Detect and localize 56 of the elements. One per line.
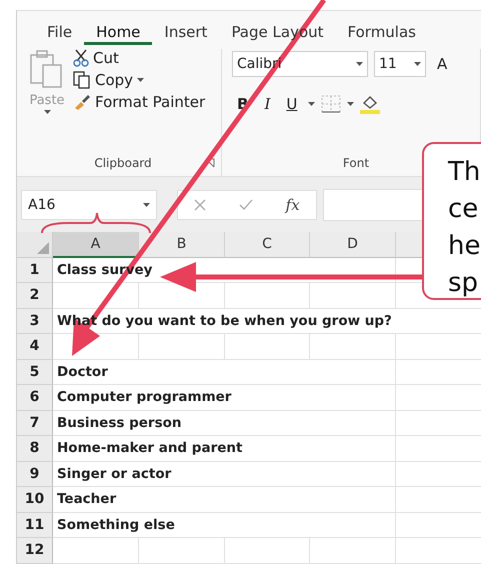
insert-function-button[interactable]: fx [286,196,300,214]
row-header: 1 [17,258,53,283]
table-cell: Teacher [57,491,116,508]
caret-icon [414,62,421,66]
caret-icon [143,202,150,206]
row-header: 6 [17,385,53,410]
ribbon-tab[interactable]: Insert [152,21,220,45]
column-header[interactable]: D [310,232,396,258]
table-cell: Business person [57,414,182,431]
caret-icon [356,62,363,66]
name-box[interactable]: A16 [21,190,157,220]
callout-text: sp [448,267,480,300]
column-header[interactable]: B [139,232,225,258]
column-header[interactable]: C [225,232,310,258]
group-label: Clipboard [94,156,152,172]
caret-icon [137,78,144,82]
table-cell: Singer or actor [57,466,172,482]
font-size-field[interactable]: 11 [374,51,426,77]
callout-text: Th [448,156,481,189]
fill-color-icon[interactable] [360,94,380,114]
column-header[interactable]: A [53,232,139,258]
row-header: 4 [17,334,53,360]
callout-text: he [448,230,481,263]
row-header: 8 [17,436,53,462]
table-cell: Doctor [57,364,108,380]
cut-button[interactable]: Cut [73,49,206,67]
italic-button[interactable]: I [259,95,276,113]
row-header: 3 [17,308,53,334]
cancel-icon[interactable] [194,198,206,210]
caret-icon [44,110,50,114]
row-header: 7 [17,410,53,436]
row-header: 11 [17,512,53,538]
copy-icon [73,71,91,89]
copy-button[interactable]: Copy [73,71,206,89]
brush-icon [73,94,91,110]
row-header: 2 [17,283,53,308]
group-label: Font [342,156,370,172]
format-painter-button[interactable]: Format Painter [73,93,206,111]
clipboard-icon [29,49,65,91]
ribbon-tab[interactable]: Formulas [336,21,428,45]
grow-font-button[interactable]: A [432,55,452,73]
row-header: 12 [17,538,53,564]
table-cell: Something else [57,516,175,533]
borders-icon[interactable] [321,95,342,113]
callout-text: ce [448,193,480,226]
row-header: 10 [17,487,53,512]
table-cell: Home-maker and parent [57,440,242,456]
underline-button[interactable]: U [281,95,302,113]
caret-icon [308,102,316,106]
scissors-icon [73,49,89,67]
row-header: 5 [17,360,53,385]
row-header: 9 [17,462,53,487]
table-cell: Computer programmer [57,389,232,406]
caret-icon [347,102,354,106]
ribbon-tab[interactable]: File [35,21,84,45]
check-icon[interactable] [238,198,253,210]
